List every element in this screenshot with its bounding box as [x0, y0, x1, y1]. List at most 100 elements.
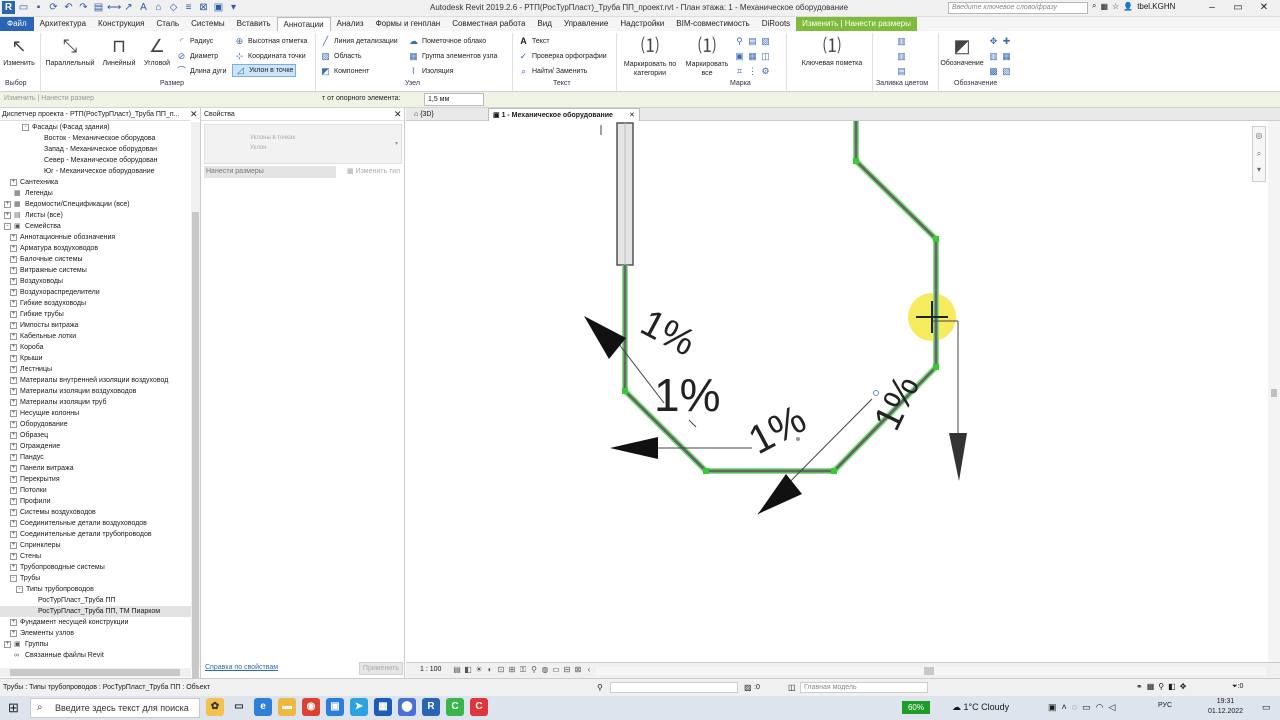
filter-icon[interactable]: ⏷:0	[1232, 683, 1243, 691]
expand-icon[interactable]: +	[10, 344, 17, 351]
panel-label-text[interactable]: Текст	[553, 80, 571, 87]
clock[interactable]: 19:31 01.12.2022	[1208, 697, 1243, 717]
expand-icon[interactable]: +	[10, 355, 17, 362]
close-icon[interactable]: ✕	[394, 109, 402, 120]
panel-label-color-fill[interactable]: Заливка цветом	[876, 80, 928, 87]
highlight-displacement-icon[interactable]: ⊟	[562, 665, 572, 675]
recorder-icon[interactable]: C	[470, 698, 488, 716]
slope-arrow-down-left[interactable]	[758, 474, 802, 514]
redo-icon[interactable]: ↷	[77, 1, 90, 14]
panel-label-detail[interactable]: Узел	[405, 80, 420, 87]
expand-icon[interactable]: +	[10, 531, 17, 538]
expand-icon[interactable]: +	[10, 630, 17, 637]
expand-icon[interactable]: +	[4, 201, 11, 208]
edit-type-button[interactable]: ▦ Изменить тип	[339, 166, 402, 178]
angular-dimension-button[interactable]: ∠ Угловой	[141, 35, 173, 67]
tab-modify-dimensions[interactable]: Изменить | Нанести размеры	[796, 17, 917, 31]
aligned-dimension-button[interactable]: ⤡ Параллельный	[44, 35, 96, 67]
chevron-down-icon[interactable]: ▾	[395, 140, 398, 147]
reveal-hidden-icon[interactable]: ◍	[540, 665, 550, 675]
notifications-icon[interactable]: ▭	[1262, 702, 1271, 713]
detail-level-icon[interactable]: ▤	[452, 665, 462, 675]
analytical-model-icon[interactable]: ▭	[551, 665, 561, 675]
navigation-bar[interactable]: ◎ ⌕ ▾	[1252, 126, 1266, 182]
search-icon[interactable]: ⌕	[1092, 1, 1096, 11]
tree-item[interactable]: + Лестницы	[0, 364, 191, 375]
close-icon[interactable]: ✕	[190, 109, 198, 120]
tread-number-icon[interactable]: ⌗	[734, 66, 745, 77]
language-indicator[interactable]: РУС	[1158, 702, 1172, 709]
tree-item[interactable]: РосТурПласт_Труба ПП, ТМ Пиарком	[0, 606, 191, 617]
select-by-face-icon[interactable]: ◧	[1168, 682, 1176, 691]
user-name[interactable]: tbel.KGHN	[1137, 2, 1175, 11]
tree-item[interactable]: + Гибкие трубы	[0, 309, 191, 320]
room-tag-icon[interactable]: ▣	[734, 51, 745, 62]
tree-item[interactable]: + Аннотационные обозначения	[0, 232, 191, 243]
collapse-icon[interactable]: -	[10, 575, 17, 582]
task-view-icon[interactable]: ▭	[230, 698, 248, 716]
tree-item[interactable]: + Спринклеры	[0, 540, 191, 551]
tab-steel[interactable]: Сталь	[150, 17, 185, 31]
expand-icon[interactable]: +	[10, 377, 17, 384]
tab-structure[interactable]: Конструкция	[92, 17, 150, 31]
open-icon[interactable]: ▭	[17, 1, 30, 14]
canvas-horizontal-scrollbar[interactable]	[596, 667, 1266, 675]
collapse-icon[interactable]: -	[4, 223, 11, 230]
expand-icon[interactable]: +	[10, 300, 17, 307]
tag-by-category-button[interactable]: ⑴ Маркировать по категории	[620, 35, 680, 78]
region-button[interactable]: ▨ Область	[320, 50, 361, 63]
subscription-icon[interactable]: ▦	[1100, 2, 1108, 11]
tree-item[interactable]: - ▣ Семейства	[0, 221, 191, 232]
thin-lines-icon[interactable]: ≡	[182, 1, 195, 14]
tree-item[interactable]: + Крыши	[0, 353, 191, 364]
expand-icon[interactable]: +	[10, 399, 17, 406]
spot-coordinate-button[interactable]: ⊹ Координата точки	[234, 50, 306, 63]
tree-item[interactable]: + Материалы внутренней изоляции воздухово…	[0, 375, 191, 386]
temporary-hide-icon[interactable]: ⚲	[529, 665, 539, 675]
volume-icon[interactable]: ◁	[1109, 702, 1116, 713]
tab-architecture[interactable]: Архитектура	[34, 17, 92, 31]
tree-item[interactable]: + Элементы узлов	[0, 628, 191, 639]
expand-icon[interactable]: +	[10, 179, 17, 186]
properties-help-link[interactable]: Справка по свойствам	[205, 664, 278, 671]
tree-item[interactable]: + Профили	[0, 496, 191, 507]
linear-dimension-button[interactable]: ⊓ Линейный	[100, 35, 138, 67]
taskbar-search-input[interactable]: ⌕ Введите здесь текст для поиска	[30, 698, 200, 718]
tree-item[interactable]: Восток - Механическое оборудова	[0, 133, 191, 144]
steering-wheel-icon[interactable]: ◎	[1253, 127, 1265, 145]
scrollbar-thumb[interactable]	[924, 667, 934, 675]
duct-legend-button[interactable]: ▥	[896, 35, 907, 48]
revision-cloud-button[interactable]: ☁ Пометочное облако	[408, 35, 486, 48]
expand-icon[interactable]: +	[10, 432, 17, 439]
expand-icon[interactable]: +	[4, 212, 11, 219]
expand-icon[interactable]: +	[10, 278, 17, 285]
show-crop-icon[interactable]: ⊞	[507, 665, 517, 675]
keynote-button[interactable]: ⑴ Ключевая пометка	[796, 35, 868, 67]
connector-marker[interactable]	[933, 364, 939, 370]
minimize-button[interactable]: –	[1200, 0, 1224, 16]
expand-icon[interactable]: +	[10, 245, 17, 252]
offset-input[interactable]: 1,5 мм	[424, 93, 484, 106]
tree-item[interactable]: ∞ Связанные файлы Revit	[0, 650, 191, 661]
panel-label-dimension[interactable]: Размер	[160, 80, 184, 87]
tab-file[interactable]: Файл	[0, 17, 34, 31]
expand-icon[interactable]: +	[10, 542, 17, 549]
telegram-icon[interactable]: ➤	[350, 698, 368, 716]
tree-item[interactable]: + Ограждение	[0, 441, 191, 452]
tree-item[interactable]: + Сантехника	[0, 177, 191, 188]
battery-indicator[interactable]: 60%	[902, 701, 930, 714]
tree-item[interactable]: + Короба	[0, 342, 191, 353]
file-explorer-icon[interactable]: ▬	[278, 698, 296, 716]
tree-item[interactable]: + Оборудование	[0, 419, 191, 430]
tree-item[interactable]: Юг - Механическое оборудование	[0, 166, 191, 177]
find-replace-button[interactable]: ⌕ Найти/ Заменить	[518, 65, 587, 78]
expand-icon[interactable]: +	[10, 454, 17, 461]
widgets-icon[interactable]: ✿	[206, 698, 224, 716]
tree-item[interactable]: + Соединительные детали воздуховодов	[0, 518, 191, 529]
worksets-icon[interactable]: ⚲	[597, 683, 603, 692]
sun-path-icon[interactable]: ☀	[474, 665, 484, 675]
tree-item[interactable]: + Кабельные лотки	[0, 331, 191, 342]
path-reinforcement-icon[interactable]: ▧	[1001, 66, 1012, 77]
zoom-icon[interactable]: ⌕	[1253, 145, 1265, 163]
stair-path-icon[interactable]: ▦	[1001, 51, 1012, 62]
